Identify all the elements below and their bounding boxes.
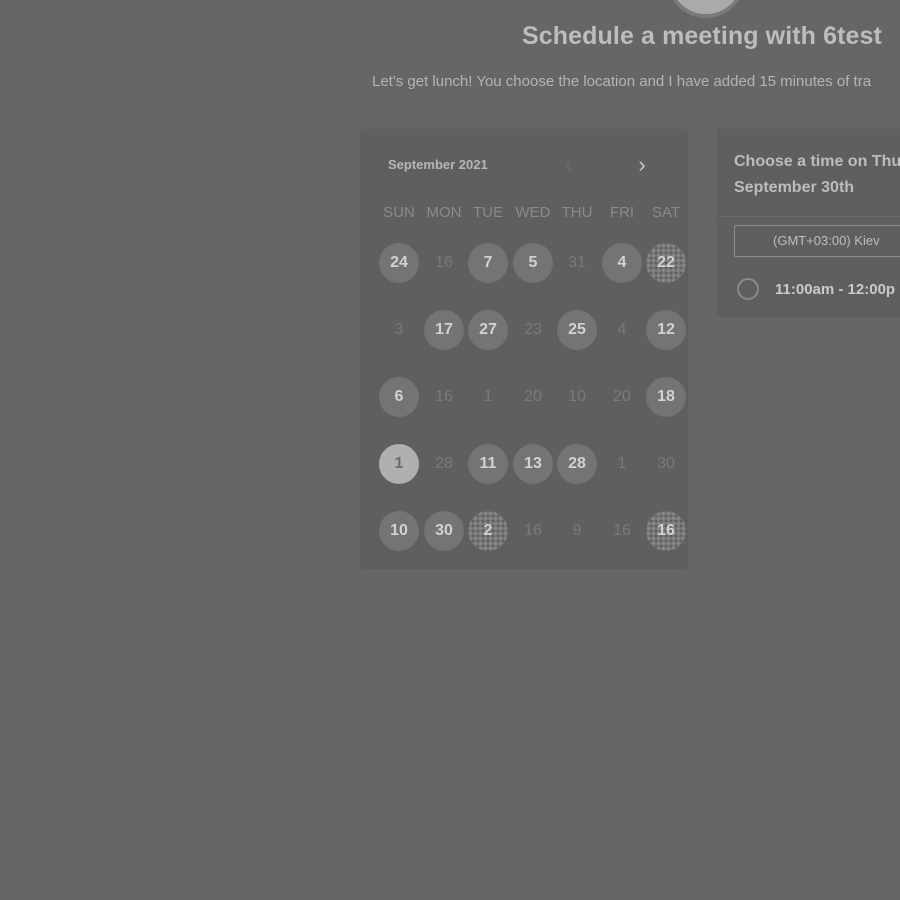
- calendar-day[interactable]: 16: [646, 511, 686, 551]
- weekday-tue: TUE: [473, 204, 503, 221]
- calendar-day[interactable]: 1: [379, 444, 419, 484]
- weekday-thu: THU: [561, 204, 593, 221]
- calendar-day-unavailable: 30: [657, 455, 675, 472]
- calendar-day-unavailable: 1: [483, 388, 493, 405]
- calendar-day-unavailable: 1: [617, 455, 627, 472]
- calendar-day-unavailable: 28: [435, 455, 453, 472]
- time-slot-radio[interactable]: [737, 278, 759, 300]
- calendar-day-unavailable: 3: [394, 321, 404, 338]
- calendar-day[interactable]: 17: [424, 310, 464, 350]
- calendar-day[interactable]: 27: [468, 310, 508, 350]
- calendar-day-unavailable: 4: [617, 321, 627, 338]
- calendar-day[interactable]: 11: [468, 444, 508, 484]
- chevron-left-icon[interactable]: ‹: [556, 152, 582, 178]
- month-label: September 2021: [388, 157, 488, 172]
- calendar-day[interactable]: 13: [513, 444, 553, 484]
- page-title: Schedule a meeting with 6test: [522, 22, 882, 50]
- calendar-day[interactable]: 10: [379, 511, 419, 551]
- calendar-day[interactable]: 5: [513, 243, 553, 283]
- calendar-day[interactable]: 30: [424, 511, 464, 551]
- calendar-day-unavailable: 23: [524, 321, 542, 338]
- calendar-day[interactable]: 22: [646, 243, 686, 283]
- calendar-day[interactable]: 28: [557, 444, 597, 484]
- calendar-day-unavailable: 16: [435, 388, 453, 405]
- weekday-sun: SUN: [383, 204, 415, 221]
- weekday-mon: MON: [426, 204, 462, 221]
- heading-line-1: Choose a time on Thu: [734, 153, 900, 170]
- divider: [718, 216, 900, 217]
- calendar-day-unavailable: 20: [613, 388, 631, 405]
- time-slot-label[interactable]: 11:00am - 12:00p: [775, 281, 895, 298]
- weekday-fri: FRI: [609, 204, 635, 221]
- calendar-day[interactable]: 24: [379, 243, 419, 283]
- calendar-day[interactable]: 12: [646, 310, 686, 350]
- time-panel: Choose a time on Thu September 30th (GMT…: [718, 130, 900, 316]
- calendar-panel: September 2021 ‹ › SUN MON TUE WED THU FRI SAT…: [361, 130, 687, 568]
- calendar-day[interactable]: 7: [468, 243, 508, 283]
- calendar-day-unavailable: 10: [568, 388, 586, 405]
- calendar-day[interactable]: 25: [557, 310, 597, 350]
- calendar-day-unavailable: 9: [572, 522, 582, 539]
- chevron-right-icon[interactable]: ›: [629, 152, 655, 178]
- page-subtitle: Let's get lunch! You choose the location…: [372, 73, 872, 90]
- weekday-sat: SAT: [651, 204, 681, 221]
- weekday-wed: WED: [515, 204, 551, 221]
- calendar-day-unavailable: 16: [613, 522, 631, 539]
- calendar-day[interactable]: 4: [602, 243, 642, 283]
- timezone-select[interactable]: (GMT+03:00) Kiev: [734, 225, 900, 257]
- calendar-day-unavailable: 20: [524, 388, 542, 405]
- calendar-day[interactable]: 2: [468, 511, 508, 551]
- heading-line-2: September 30th: [734, 179, 855, 196]
- calendar-day[interactable]: 18: [646, 377, 686, 417]
- calendar-day-unavailable: 16: [524, 522, 542, 539]
- host-avatar: [666, 0, 746, 18]
- calendar-day-unavailable: 16: [435, 254, 453, 271]
- time-panel-heading: Choose a time on Thu September 30th: [734, 149, 900, 201]
- calendar-day-unavailable: 31: [568, 254, 586, 271]
- calendar-day[interactable]: 6: [379, 377, 419, 417]
